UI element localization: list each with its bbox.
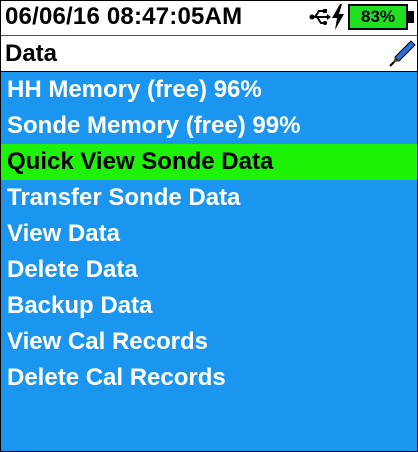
device-screen: 06/06/16 08:47:05AM 83% Data HH Memory (… [0, 0, 418, 452]
battery-terminal [408, 11, 414, 23]
status-bar: 06/06/16 08:47:05AM 83% [1, 1, 417, 36]
menu-item-delete-cal-records[interactable]: Delete Cal Records [1, 360, 417, 396]
usb-icon [309, 9, 331, 25]
menu-item-view-data[interactable]: View Data [1, 216, 417, 252]
data-menu: HH Memory (free) 96% Sonde Memory (free)… [1, 72, 417, 451]
menu-item-quick-view-sonde-data[interactable]: Quick View Sonde Data [1, 144, 417, 180]
battery-icon: 83% [348, 4, 408, 30]
menu-item-view-cal-records[interactable]: View Cal Records [1, 324, 417, 360]
menu-item-backup-data[interactable]: Backup Data [1, 288, 417, 324]
menu-item-delete-data[interactable]: Delete Data [1, 252, 417, 288]
pen-icon[interactable] [387, 39, 417, 69]
page-title: Data [5, 40, 58, 67]
datetime-readout: 06/06/16 08:47:05AM [5, 3, 243, 30]
menu-item-sonde-memory[interactable]: Sonde Memory (free) 99% [1, 108, 417, 144]
menu-item-hh-memory[interactable]: HH Memory (free) 96% [1, 72, 417, 108]
menu-item-transfer-sonde-data[interactable]: Transfer Sonde Data [1, 180, 417, 216]
battery-percent: 83% [360, 7, 396, 26]
title-bar: Data [1, 36, 417, 72]
charging-bolt-icon [332, 4, 344, 30]
